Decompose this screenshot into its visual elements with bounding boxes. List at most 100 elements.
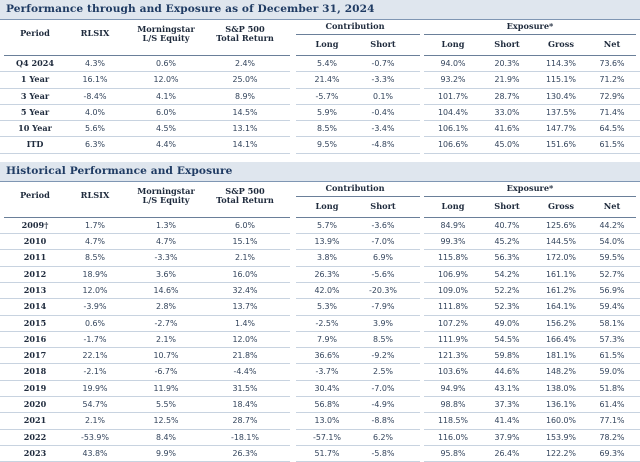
cell-c-short: -0.7% xyxy=(371,59,395,68)
cell-gross: 136.1% xyxy=(545,400,577,410)
table-row: 2010 4.7% 4.7% 15.1% 13.9% -7.0% 99.3% 45.2% 144… xyxy=(0,234,640,251)
header-morningstar-line2: L/S Equity xyxy=(142,33,190,43)
exposure-group-rule xyxy=(424,34,636,35)
cell-rlsix: 22.1% xyxy=(82,351,108,361)
header-gross: Gross xyxy=(548,39,574,49)
table-row: 2016 -1.7% 2.1% 12.0% 7.9% 8.5% 111.9% 54.5% 166… xyxy=(0,331,640,349)
cell-rlsix: 54.7% xyxy=(82,400,108,410)
cell-ms: 0.6% xyxy=(155,59,177,68)
cell-c-long: 5.9% xyxy=(316,107,338,117)
cell-e-long: 115.8% xyxy=(437,253,469,263)
cell-period: 1 Year xyxy=(20,74,50,85)
cell-gross: 160.0% xyxy=(545,416,577,426)
cell-sp: -18.1% xyxy=(231,432,259,442)
cell-e-short: 54.2% xyxy=(494,269,520,279)
cell-period: 2019 xyxy=(23,382,47,393)
cell-gross: 114.3% xyxy=(545,59,577,68)
column-group-gap xyxy=(290,413,296,430)
header-contribution-short: Short xyxy=(370,39,396,49)
cell-rlsix: 4.7% xyxy=(84,237,106,247)
cell-ms: 4.7% xyxy=(155,237,177,247)
cell-rlsix: 18.9% xyxy=(82,269,108,279)
cell-c-long: -3.7% xyxy=(315,367,339,377)
column-group-gap xyxy=(420,380,424,398)
column-group-gap xyxy=(290,121,296,138)
column-group-gap xyxy=(420,121,424,138)
table-row: ITD 6.3% 4.4% 14.1% 9.5% -4.8% 106.6% 45.0% 151.… xyxy=(0,137,640,154)
cell-e-short: 33.0% xyxy=(494,107,520,117)
cell-gross: 156.2% xyxy=(545,318,577,328)
cell-period: 10 Year xyxy=(18,123,52,134)
cell-gross: 125.6% xyxy=(545,220,577,230)
cell-c-short: -3.3% xyxy=(371,75,395,85)
table-row: 2014 -3.9% 2.8% 13.7% 5.3% -7.9% 111.8% 52.3% 16… xyxy=(0,299,640,316)
cell-c-short: -7.0% xyxy=(371,237,395,247)
cell-net: 59.0% xyxy=(599,367,625,377)
table-header: Period RLSIX Morningstar L/S Equity S&P 500 T… xyxy=(0,20,640,56)
cell-period: 2015 xyxy=(23,317,47,328)
cell-net: 58.1% xyxy=(599,318,625,328)
cell-net: 73.6% xyxy=(599,59,625,68)
table-row: 3 Year -8.4% 4.1% 8.9% -5.7% 0.1% 101.7% 28.7% 1… xyxy=(0,88,640,105)
cell-c-short: -9.2% xyxy=(371,351,395,361)
cell-c-long: 21.4% xyxy=(314,75,340,85)
cell-period: 2016 xyxy=(23,333,47,344)
cell-sp: 14.5% xyxy=(232,107,258,117)
cell-e-short: 37.3% xyxy=(494,400,520,410)
cell-c-long: 56.8% xyxy=(314,400,340,410)
cell-e-long: 118.5% xyxy=(437,416,469,426)
table-row: 2012 18.9% 3.6% 16.0% 26.3% -5.6% 106.9% 54.2% 1… xyxy=(0,266,640,283)
header-gross: Gross xyxy=(548,200,574,211)
cell-e-short: 54.5% xyxy=(494,334,520,344)
column-group-gap xyxy=(290,429,296,446)
cell-period: 2020 xyxy=(23,399,47,410)
cell-c-short: -3.4% xyxy=(371,124,395,134)
table-row: 1 Year 16.1% 12.0% 25.0% 21.4% -3.3% 93.2% 21.9… xyxy=(0,72,640,89)
cell-ms: 4.1% xyxy=(155,91,177,101)
cell-e-short: 37.9% xyxy=(494,432,520,442)
cell-period: 2018 xyxy=(23,366,47,377)
table-row: 2011 8.5% -3.3% 2.1% 3.8% 6.9% 115.8% 56.3% 172.… xyxy=(0,250,640,267)
column-group-gap xyxy=(290,315,296,332)
cell-gross: 181.1% xyxy=(545,351,577,361)
column-group-gap xyxy=(420,429,424,446)
cell-sp: 2.4% xyxy=(234,59,256,68)
column-group-gap xyxy=(290,364,296,381)
cell-c-short: 0.1% xyxy=(372,91,394,101)
cell-period: 2021 xyxy=(23,415,47,426)
column-group-gap xyxy=(420,299,424,316)
column-group-gap xyxy=(290,282,296,300)
cell-ms: 2.1% xyxy=(155,334,177,344)
column-group-gap xyxy=(420,72,424,89)
cell-e-short: 21.9% xyxy=(494,75,520,85)
cell-sp: 13.7% xyxy=(232,302,258,312)
cell-e-short: 20.3% xyxy=(494,59,520,68)
contribution-group-rule xyxy=(296,34,420,35)
contribution-group-rule xyxy=(296,195,420,197)
column-group-gap xyxy=(420,397,424,414)
cell-gross: 137.5% xyxy=(545,107,577,117)
cell-e-short: 43.1% xyxy=(494,383,520,393)
cell-ms: 9.9% xyxy=(155,448,177,458)
cell-sp: 28.7% xyxy=(232,416,258,426)
cell-gross: 172.0% xyxy=(545,253,577,263)
cell-c-short: -0.4% xyxy=(371,107,395,117)
cell-e-long: 84.9% xyxy=(440,220,466,230)
cell-sp: 21.8% xyxy=(232,351,258,361)
cell-e-long: 116.0% xyxy=(437,432,469,442)
cell-sp: 8.9% xyxy=(234,91,256,101)
cell-e-short: 26.4% xyxy=(494,448,520,458)
cell-sp: 16.0% xyxy=(232,269,258,279)
cell-e-long: 111.9% xyxy=(437,334,469,344)
cell-period: 2022 xyxy=(23,431,47,442)
cell-period: Q4 2024 xyxy=(15,58,55,68)
cell-c-short: -7.9% xyxy=(371,302,395,312)
cell-gross: 144.5% xyxy=(545,237,577,247)
section-title: Historical Performance and Exposure xyxy=(0,161,640,182)
cell-c-short: -4.8% xyxy=(371,140,395,150)
cell-sp: 14.1% xyxy=(232,140,258,150)
cell-e-long: 94.0% xyxy=(440,59,466,68)
cell-c-long: 13.9% xyxy=(314,237,340,247)
cell-sp: 1.4% xyxy=(234,318,256,328)
cell-gross: 147.7% xyxy=(545,124,577,134)
